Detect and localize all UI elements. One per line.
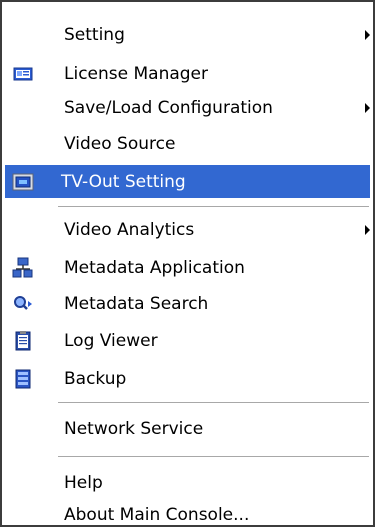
menu-item-label: License Manager — [64, 63, 209, 84]
menu-item-label: Help — [64, 472, 103, 493]
menu-item-label: Metadata Search — [64, 293, 209, 314]
submenu-arrow-icon — [365, 224, 370, 235]
menu-item-metadata-search[interactable]: Metadata Search — [5, 287, 370, 320]
menu-item-backup[interactable]: Backup — [5, 362, 370, 395]
backup-list-icon — [12, 368, 34, 390]
menu-separator — [58, 402, 369, 404]
menu-item-label: Metadata Application — [64, 257, 245, 278]
menu-item-log-viewer[interactable]: Log Viewer — [5, 324, 370, 357]
search-magnifier-icon — [12, 293, 34, 315]
menu-item-tv-out-setting[interactable]: TV-Out Setting — [5, 165, 370, 198]
menu-item-label: Video Source — [64, 133, 176, 154]
menu-separator — [58, 206, 369, 208]
menu-item-label: Network Service — [64, 418, 204, 439]
submenu-arrow-icon — [365, 29, 370, 40]
menu-item-license-manager[interactable]: License Manager — [5, 57, 370, 90]
menu-item-about-main-console[interactable]: About Main Console... — [5, 498, 370, 531]
network-computers-icon — [12, 257, 34, 279]
license-card-icon — [12, 63, 34, 85]
menu-item-label: Save/Load Configuration — [64, 97, 273, 118]
menu-item-label: Log Viewer — [64, 330, 158, 351]
menu-item-video-source[interactable]: Video Source — [5, 127, 370, 160]
menu-item-network-service[interactable]: Network Service — [5, 412, 370, 445]
submenu-arrow-icon — [365, 102, 370, 113]
context-menu: Setting License Manager Save/Load Config… — [0, 0, 375, 527]
menu-item-label: Video Analytics — [64, 219, 195, 240]
menu-item-setting[interactable]: Setting — [5, 18, 370, 51]
menu-item-video-analytics[interactable]: Video Analytics — [5, 213, 370, 246]
tv-monitor-icon — [12, 171, 34, 193]
clipboard-log-icon — [12, 330, 34, 352]
menu-item-label: About Main Console... — [64, 504, 250, 525]
menu-item-metadata-application[interactable]: Metadata Application — [5, 251, 370, 284]
menu-item-label: TV-Out Setting — [61, 171, 186, 192]
menu-item-label: Backup — [64, 368, 127, 389]
menu-item-help[interactable]: Help — [5, 466, 370, 499]
menu-separator — [58, 456, 369, 458]
menu-item-save-load-configuration[interactable]: Save/Load Configuration — [5, 91, 370, 124]
menu-item-label: Setting — [64, 24, 125, 45]
